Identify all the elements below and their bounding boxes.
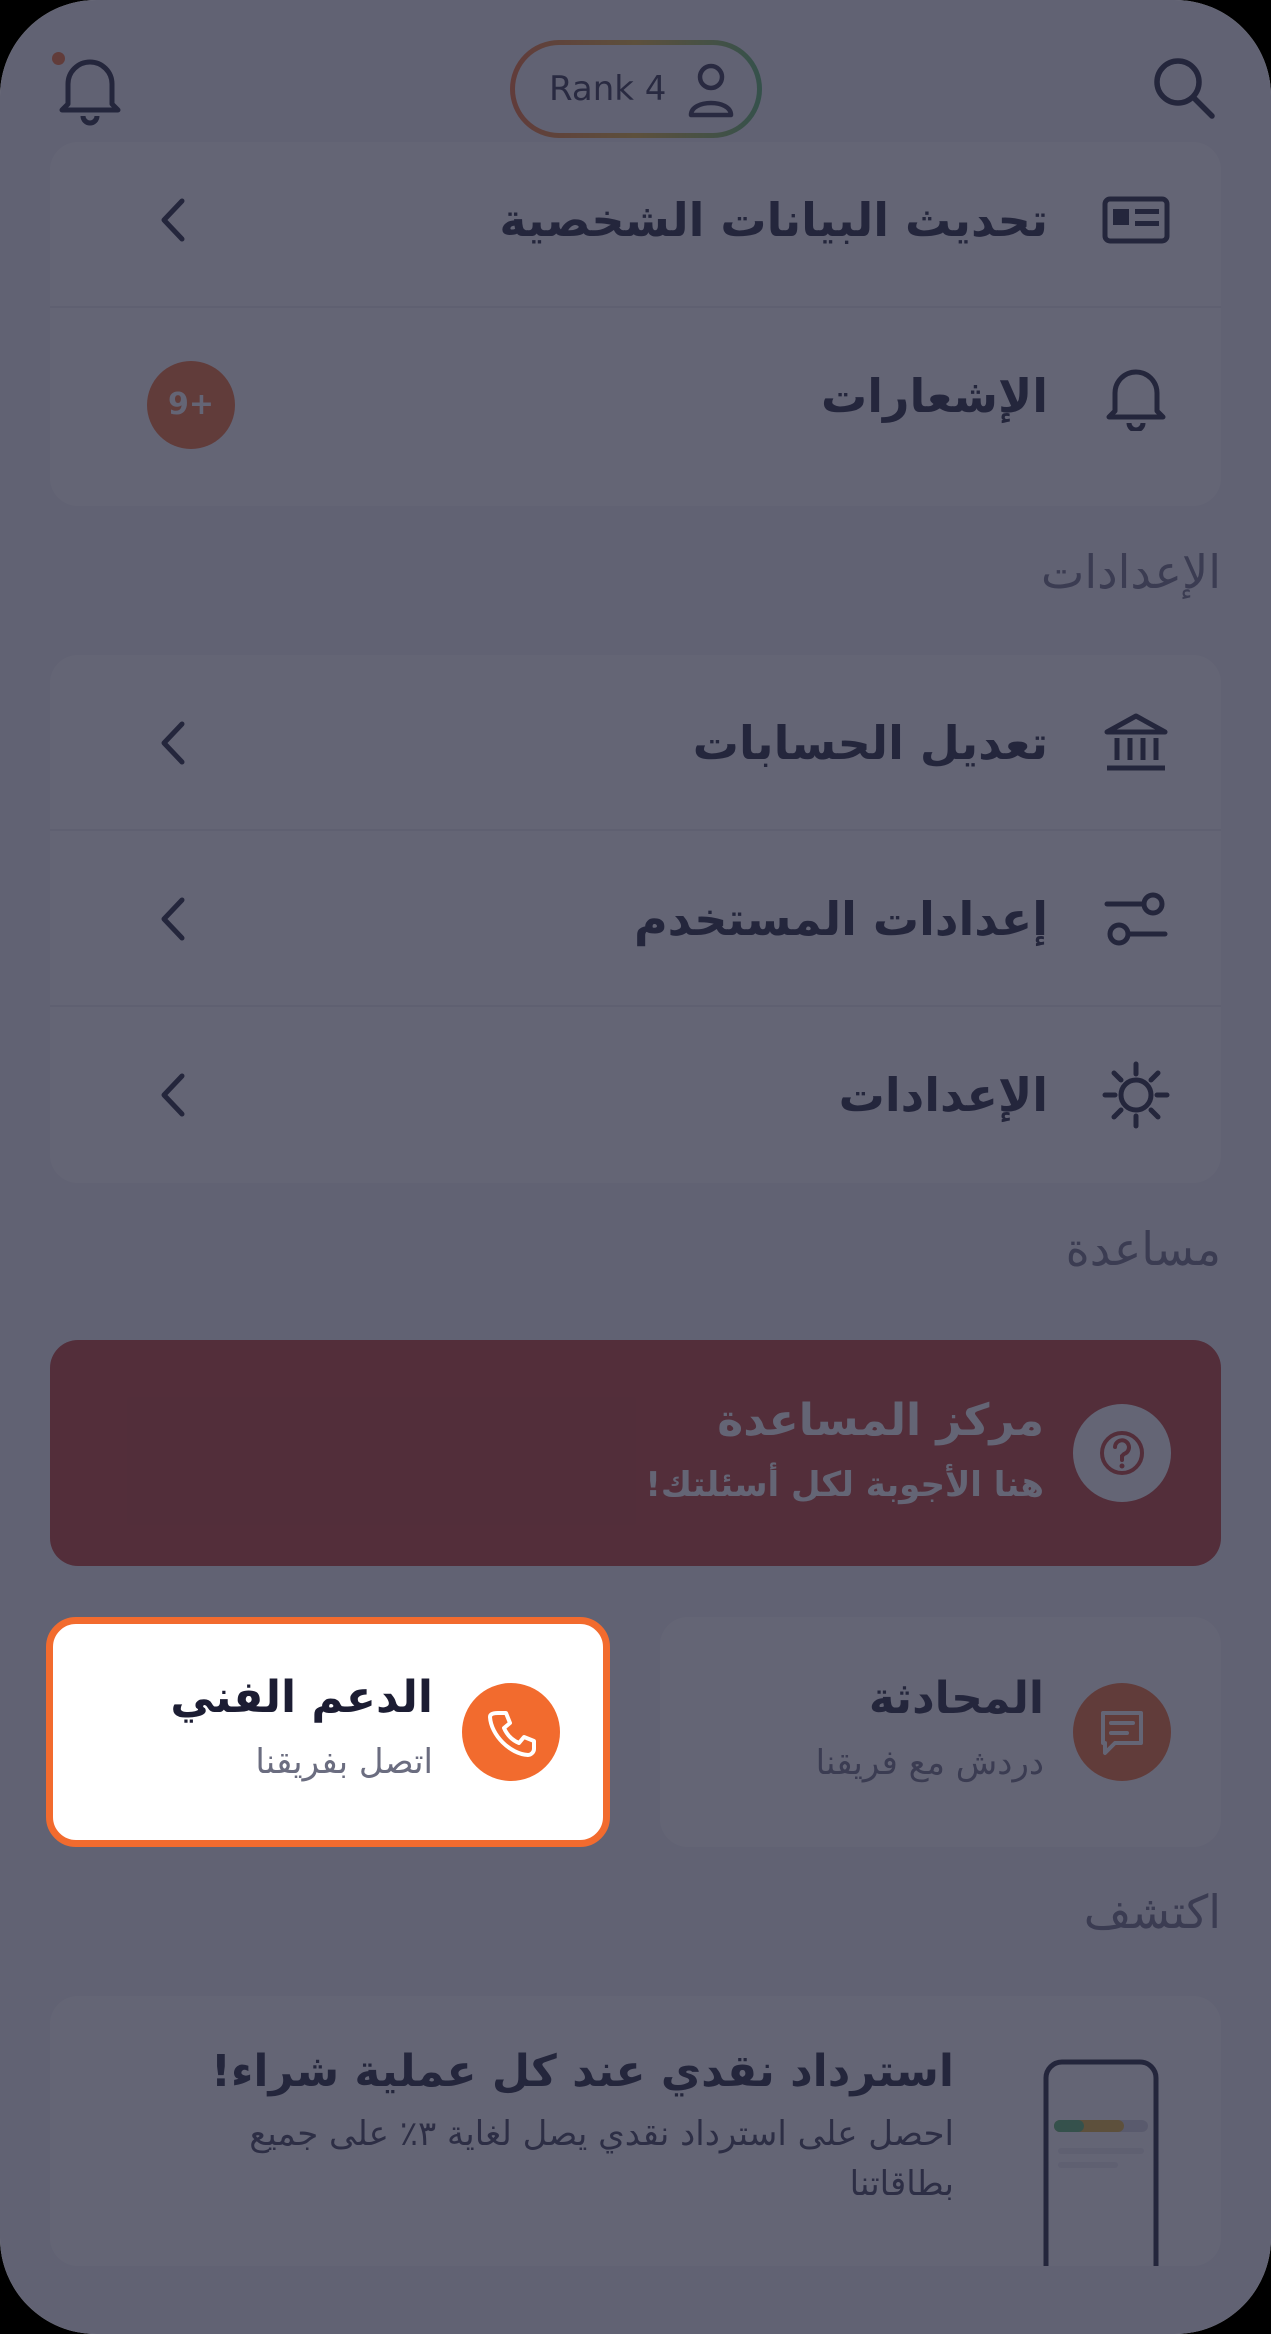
phone-icon-circle (462, 1683, 560, 1781)
phone-icon (488, 1711, 536, 1757)
page-content: تحديث البيانات الشخصية الإشعارات 9+ الإع… (0, 0, 1271, 2334)
row-notifications[interactable]: الإشعارات 9+ (50, 308, 1221, 484)
chevron-left-icon (161, 198, 185, 242)
help-center-subtitle: هنا الأجوبة لكل أسئلتك! (645, 1465, 1044, 1505)
search-icon (1154, 58, 1215, 119)
help-center-title: مركز المساعدة (717, 1395, 1044, 1446)
help-section-title: مساعدة (1065, 1222, 1221, 1276)
sliders-icon (1104, 892, 1168, 946)
help-center-icon-circle (1073, 1404, 1171, 1502)
search-button[interactable] (1148, 52, 1220, 124)
chevron-left-icon (161, 897, 185, 941)
row-label: الإعدادات (838, 1068, 1048, 1122)
technical-support-card[interactable]: الدعم الفني اتصل بفريقنا (46, 1617, 610, 1847)
top-bar: Rank 4 (0, 0, 1271, 170)
notifications-button[interactable] (50, 48, 130, 128)
chat-icon (1101, 1711, 1143, 1755)
id-card-icon (1102, 196, 1170, 244)
phone-illustration (1043, 2059, 1159, 2266)
row-label: الإشعارات (821, 369, 1048, 423)
chat-card[interactable]: المحادثة دردش مع فريقنا (660, 1617, 1221, 1847)
gear-icon (1102, 1061, 1170, 1129)
row-edit-accounts[interactable]: تعديل الحسابات (50, 655, 1221, 831)
row-label: تعديل الحسابات (692, 716, 1048, 770)
user-icon (688, 63, 734, 118)
promo-body-line2: بطاقاتنا (849, 2164, 954, 2204)
chat-subtitle: دردش مع فريقنا (815, 1743, 1044, 1783)
rank-label: Rank 4 (549, 69, 667, 109)
notification-count-badge: 9+ (147, 361, 235, 449)
promo-body-line1: احصل على استرداد نقدي يصل لغاية ٣٪ على ج… (249, 2114, 954, 2154)
support-subtitle: اتصل بفريقنا (255, 1742, 433, 1782)
chevron-left-icon (161, 721, 185, 765)
support-title: الدعم الفني (170, 1672, 433, 1723)
help-center-card[interactable]: مركز المساعدة هنا الأجوبة لكل أسئلتك! (50, 1340, 1221, 1566)
question-icon (1100, 1431, 1144, 1475)
discover-section-title: اكتشف (1083, 1885, 1221, 1939)
chat-icon-circle (1073, 1683, 1171, 1781)
row-settings[interactable]: الإعدادات (50, 1007, 1221, 1183)
profile-card: تحديث البيانات الشخصية الإشعارات 9+ (50, 142, 1221, 506)
row-user-settings[interactable]: إعدادات المستخدم (50, 831, 1221, 1007)
row-label: إعدادات المستخدم (633, 892, 1048, 946)
rank-button[interactable]: Rank 4 (510, 40, 762, 138)
bank-icon (1104, 713, 1168, 771)
bell-icon (1106, 369, 1166, 431)
chevron-left-icon (161, 1073, 185, 1117)
settings-section-title: الإعدادات (1041, 545, 1221, 599)
chat-title: المحادثة (868, 1673, 1044, 1724)
rank-pill-inner: Rank 4 (515, 45, 757, 133)
cashback-promo-card[interactable]: استرداد نقدي عند كل عملية شراء! احصل على… (50, 1996, 1221, 2266)
app-screen: تحديث البيانات الشخصية الإشعارات 9+ الإع… (0, 0, 1271, 2334)
settings-card: تعديل الحسابات إعدادات المستخدم الإعدادا… (50, 655, 1221, 1183)
promo-title: استرداد نقدي عند كل عملية شراء! (210, 2046, 954, 2097)
notification-dot (52, 52, 65, 65)
